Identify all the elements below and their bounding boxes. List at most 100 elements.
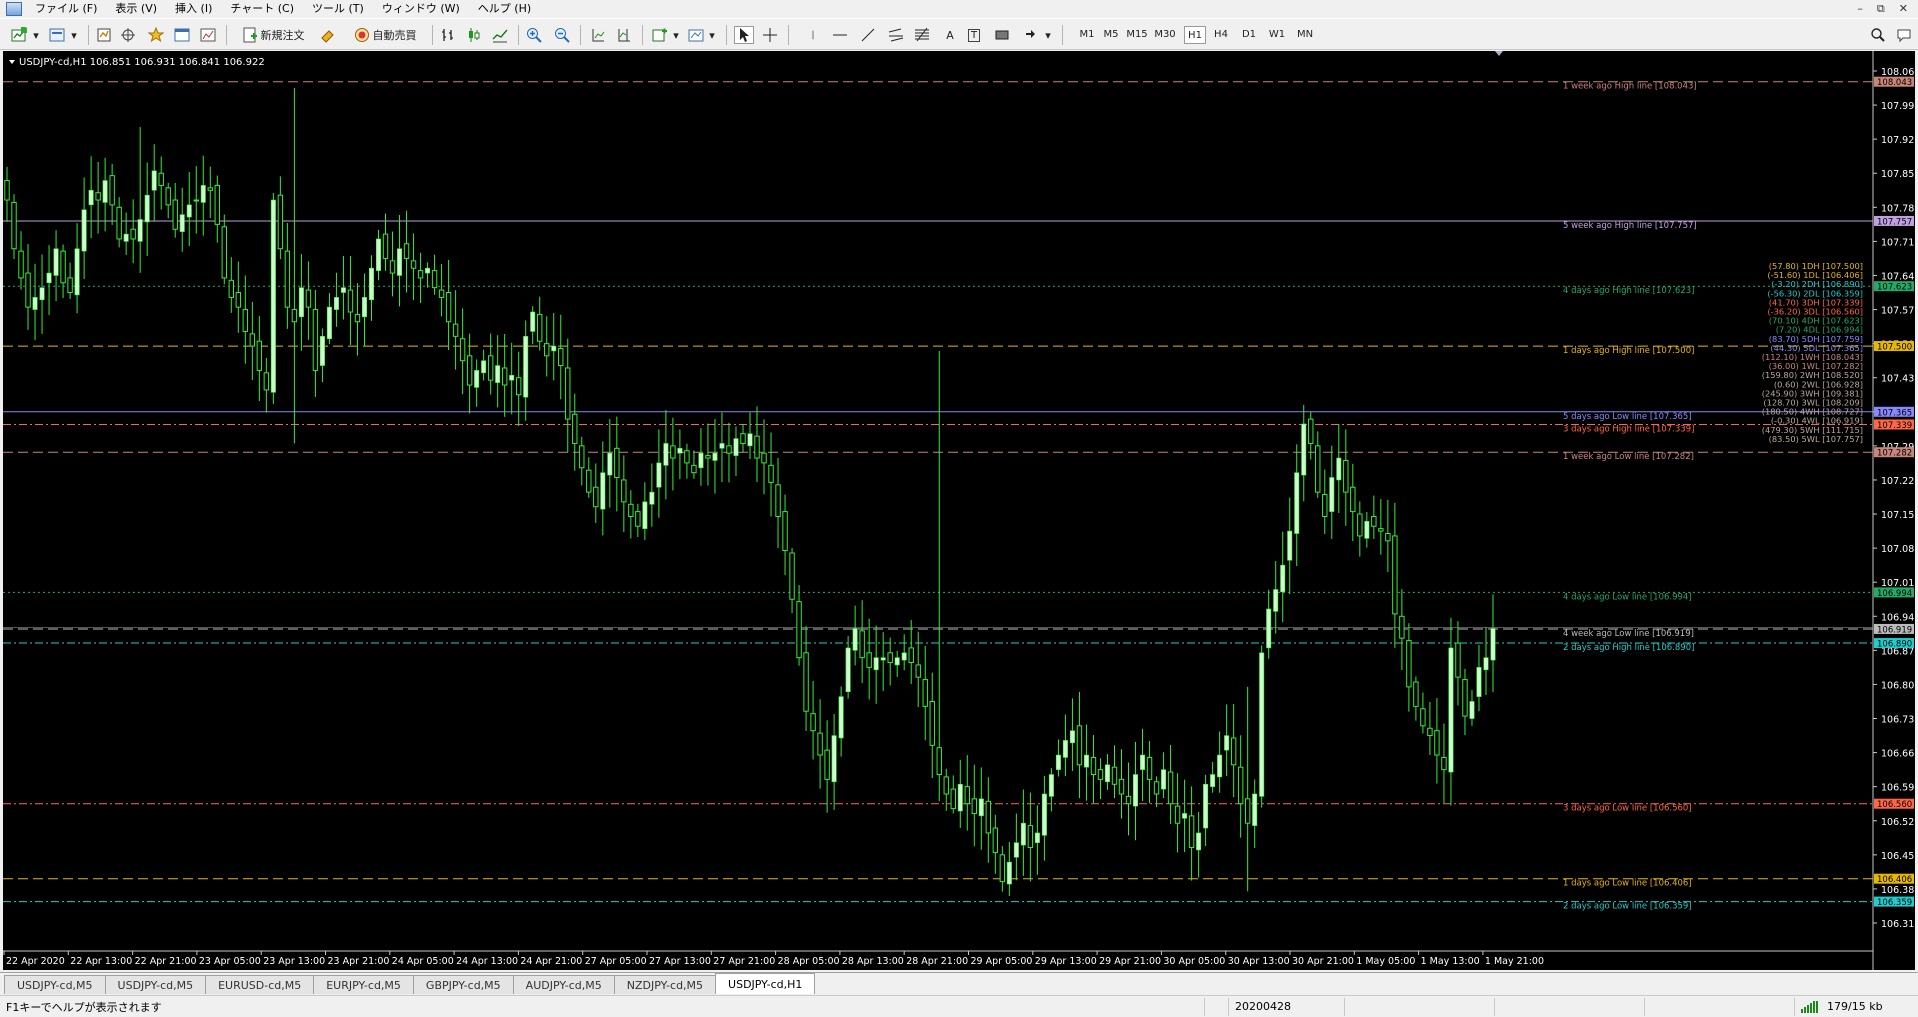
candle-body[interactable] <box>32 297 38 310</box>
candle-body[interactable] <box>712 452 718 461</box>
zoom-out-button[interactable] <box>552 26 572 44</box>
candle-body[interactable] <box>242 309 249 332</box>
timeframe-w1[interactable]: W1 <box>1266 26 1288 44</box>
minimize-icon[interactable]: – <box>1857 2 1863 16</box>
navigator-button[interactable] <box>146 26 166 44</box>
candle-body[interactable] <box>649 491 655 505</box>
candle-body[interactable] <box>193 199 199 202</box>
candle-body[interactable] <box>803 652 809 712</box>
menu-item-2[interactable]: 挿入 (I) <box>166 0 221 18</box>
candle-body[interactable] <box>1125 795 1132 805</box>
candle-body[interactable] <box>340 287 346 293</box>
candle-body[interactable] <box>845 647 851 693</box>
candle-body[interactable] <box>1224 735 1230 751</box>
candle-body[interactable] <box>1441 756 1447 771</box>
search-button[interactable] <box>1868 26 1888 44</box>
candle-body[interactable] <box>908 647 914 664</box>
candle-body[interactable] <box>866 652 872 668</box>
candle-body[interactable] <box>880 657 886 661</box>
meta-editor-button[interactable] <box>318 26 338 44</box>
candle-body[interactable] <box>628 503 634 517</box>
new-chart-button[interactable] <box>8 26 30 44</box>
candle-body[interactable] <box>403 243 410 259</box>
candle-body[interactable] <box>1315 445 1321 493</box>
candle-body[interactable] <box>1244 798 1251 824</box>
candle-body[interactable] <box>1392 535 1398 615</box>
candle-body[interactable] <box>635 511 641 527</box>
candle-body[interactable] <box>1462 679 1468 717</box>
candle-body[interactable] <box>579 445 585 469</box>
candle-body[interactable] <box>333 297 339 310</box>
candle-body[interactable] <box>691 464 697 474</box>
candle-body[interactable] <box>25 272 31 308</box>
candle-body[interactable] <box>474 370 480 388</box>
rectangle-tool[interactable] <box>992 26 1012 44</box>
candle-body[interactable] <box>943 776 949 795</box>
candle-body[interactable] <box>901 652 907 661</box>
chart-canvas[interactable]: USDJPY-cd,H1 106.851 106.931 106.841 106… <box>3 51 1915 970</box>
candle-body[interactable] <box>1378 528 1384 532</box>
candle-body[interactable] <box>319 336 325 366</box>
candle-body[interactable] <box>1118 778 1125 795</box>
candle-body[interactable] <box>663 443 669 466</box>
candle-body[interactable] <box>60 250 66 284</box>
candle-body[interactable] <box>586 469 592 493</box>
new-order-button[interactable]: 新規注文 <box>232 26 314 44</box>
candle-body[interactable] <box>109 175 115 206</box>
candle-body[interactable] <box>677 448 683 454</box>
candle-body[interactable] <box>796 601 802 659</box>
chart-tab-6[interactable]: NZDJPY-cd,M5 <box>613 975 717 994</box>
candlestick-chart-button[interactable] <box>464 26 484 44</box>
candle-body[interactable] <box>326 306 332 340</box>
bar-chart-button[interactable] <box>438 26 458 44</box>
candle-body[interactable] <box>530 311 536 332</box>
candle-body[interactable] <box>1308 418 1314 444</box>
candle-body[interactable] <box>116 206 122 240</box>
candle-body[interactable] <box>600 472 606 510</box>
candle-body[interactable] <box>397 248 403 276</box>
timeframe-m5[interactable]: M5 <box>1100 26 1122 44</box>
candle-body[interactable] <box>1287 530 1293 561</box>
candle-body[interactable] <box>361 297 367 318</box>
candle-body[interactable] <box>1385 533 1391 542</box>
candle-body[interactable] <box>459 338 466 362</box>
chat-button[interactable] <box>1894 26 1914 44</box>
candle-body[interactable] <box>1406 640 1412 688</box>
arrows-tool[interactable] <box>1022 26 1042 44</box>
candle-body[interactable] <box>151 170 157 191</box>
candle-body[interactable] <box>915 664 921 678</box>
candle-body[interactable] <box>18 250 24 279</box>
candle-body[interactable] <box>1357 513 1363 537</box>
line-chart-button[interactable] <box>490 26 510 44</box>
chart-tab-0[interactable]: USDJPY-cd,M5 <box>4 975 106 994</box>
candle-body[interactable] <box>305 289 312 308</box>
candle-body[interactable] <box>207 187 213 191</box>
candle-body[interactable] <box>572 413 578 444</box>
candle-body[interactable] <box>1217 754 1223 778</box>
market-watch-button[interactable] <box>94 26 114 44</box>
candle-body[interactable] <box>368 267 374 301</box>
candle-body[interactable] <box>887 652 893 664</box>
candle-body[interactable] <box>1153 781 1160 795</box>
price-chart[interactable]: USDJPY-cd,H1 106.851 106.931 106.841 106… <box>3 51 1915 970</box>
candle-body[interactable] <box>1076 725 1083 766</box>
candle-body[interactable] <box>11 201 17 250</box>
candle-body[interactable] <box>95 192 101 201</box>
candle-body[interactable] <box>1427 727 1433 737</box>
candle-body[interactable] <box>81 209 87 252</box>
timeframe-mn[interactable]: MN <box>1294 26 1316 44</box>
candle-body[interactable] <box>1174 805 1181 824</box>
candle-body[interactable] <box>200 185 206 203</box>
candle-body[interactable] <box>1062 740 1068 758</box>
candle-body[interactable] <box>1104 764 1110 783</box>
candle-body[interactable] <box>873 657 879 671</box>
candle-body[interactable] <box>74 248 80 296</box>
candle-body[interactable] <box>1259 652 1265 797</box>
restore-icon[interactable]: ⧉ <box>1877 2 1885 16</box>
candle-body[interactable] <box>1371 515 1377 527</box>
auto-trading-button[interactable]: 自動売買 <box>344 26 426 44</box>
candle-body[interactable] <box>775 484 781 517</box>
auto-scroll-button[interactable] <box>588 26 608 44</box>
candle-body[interactable] <box>1097 769 1104 780</box>
candle-body[interactable] <box>4 180 10 201</box>
